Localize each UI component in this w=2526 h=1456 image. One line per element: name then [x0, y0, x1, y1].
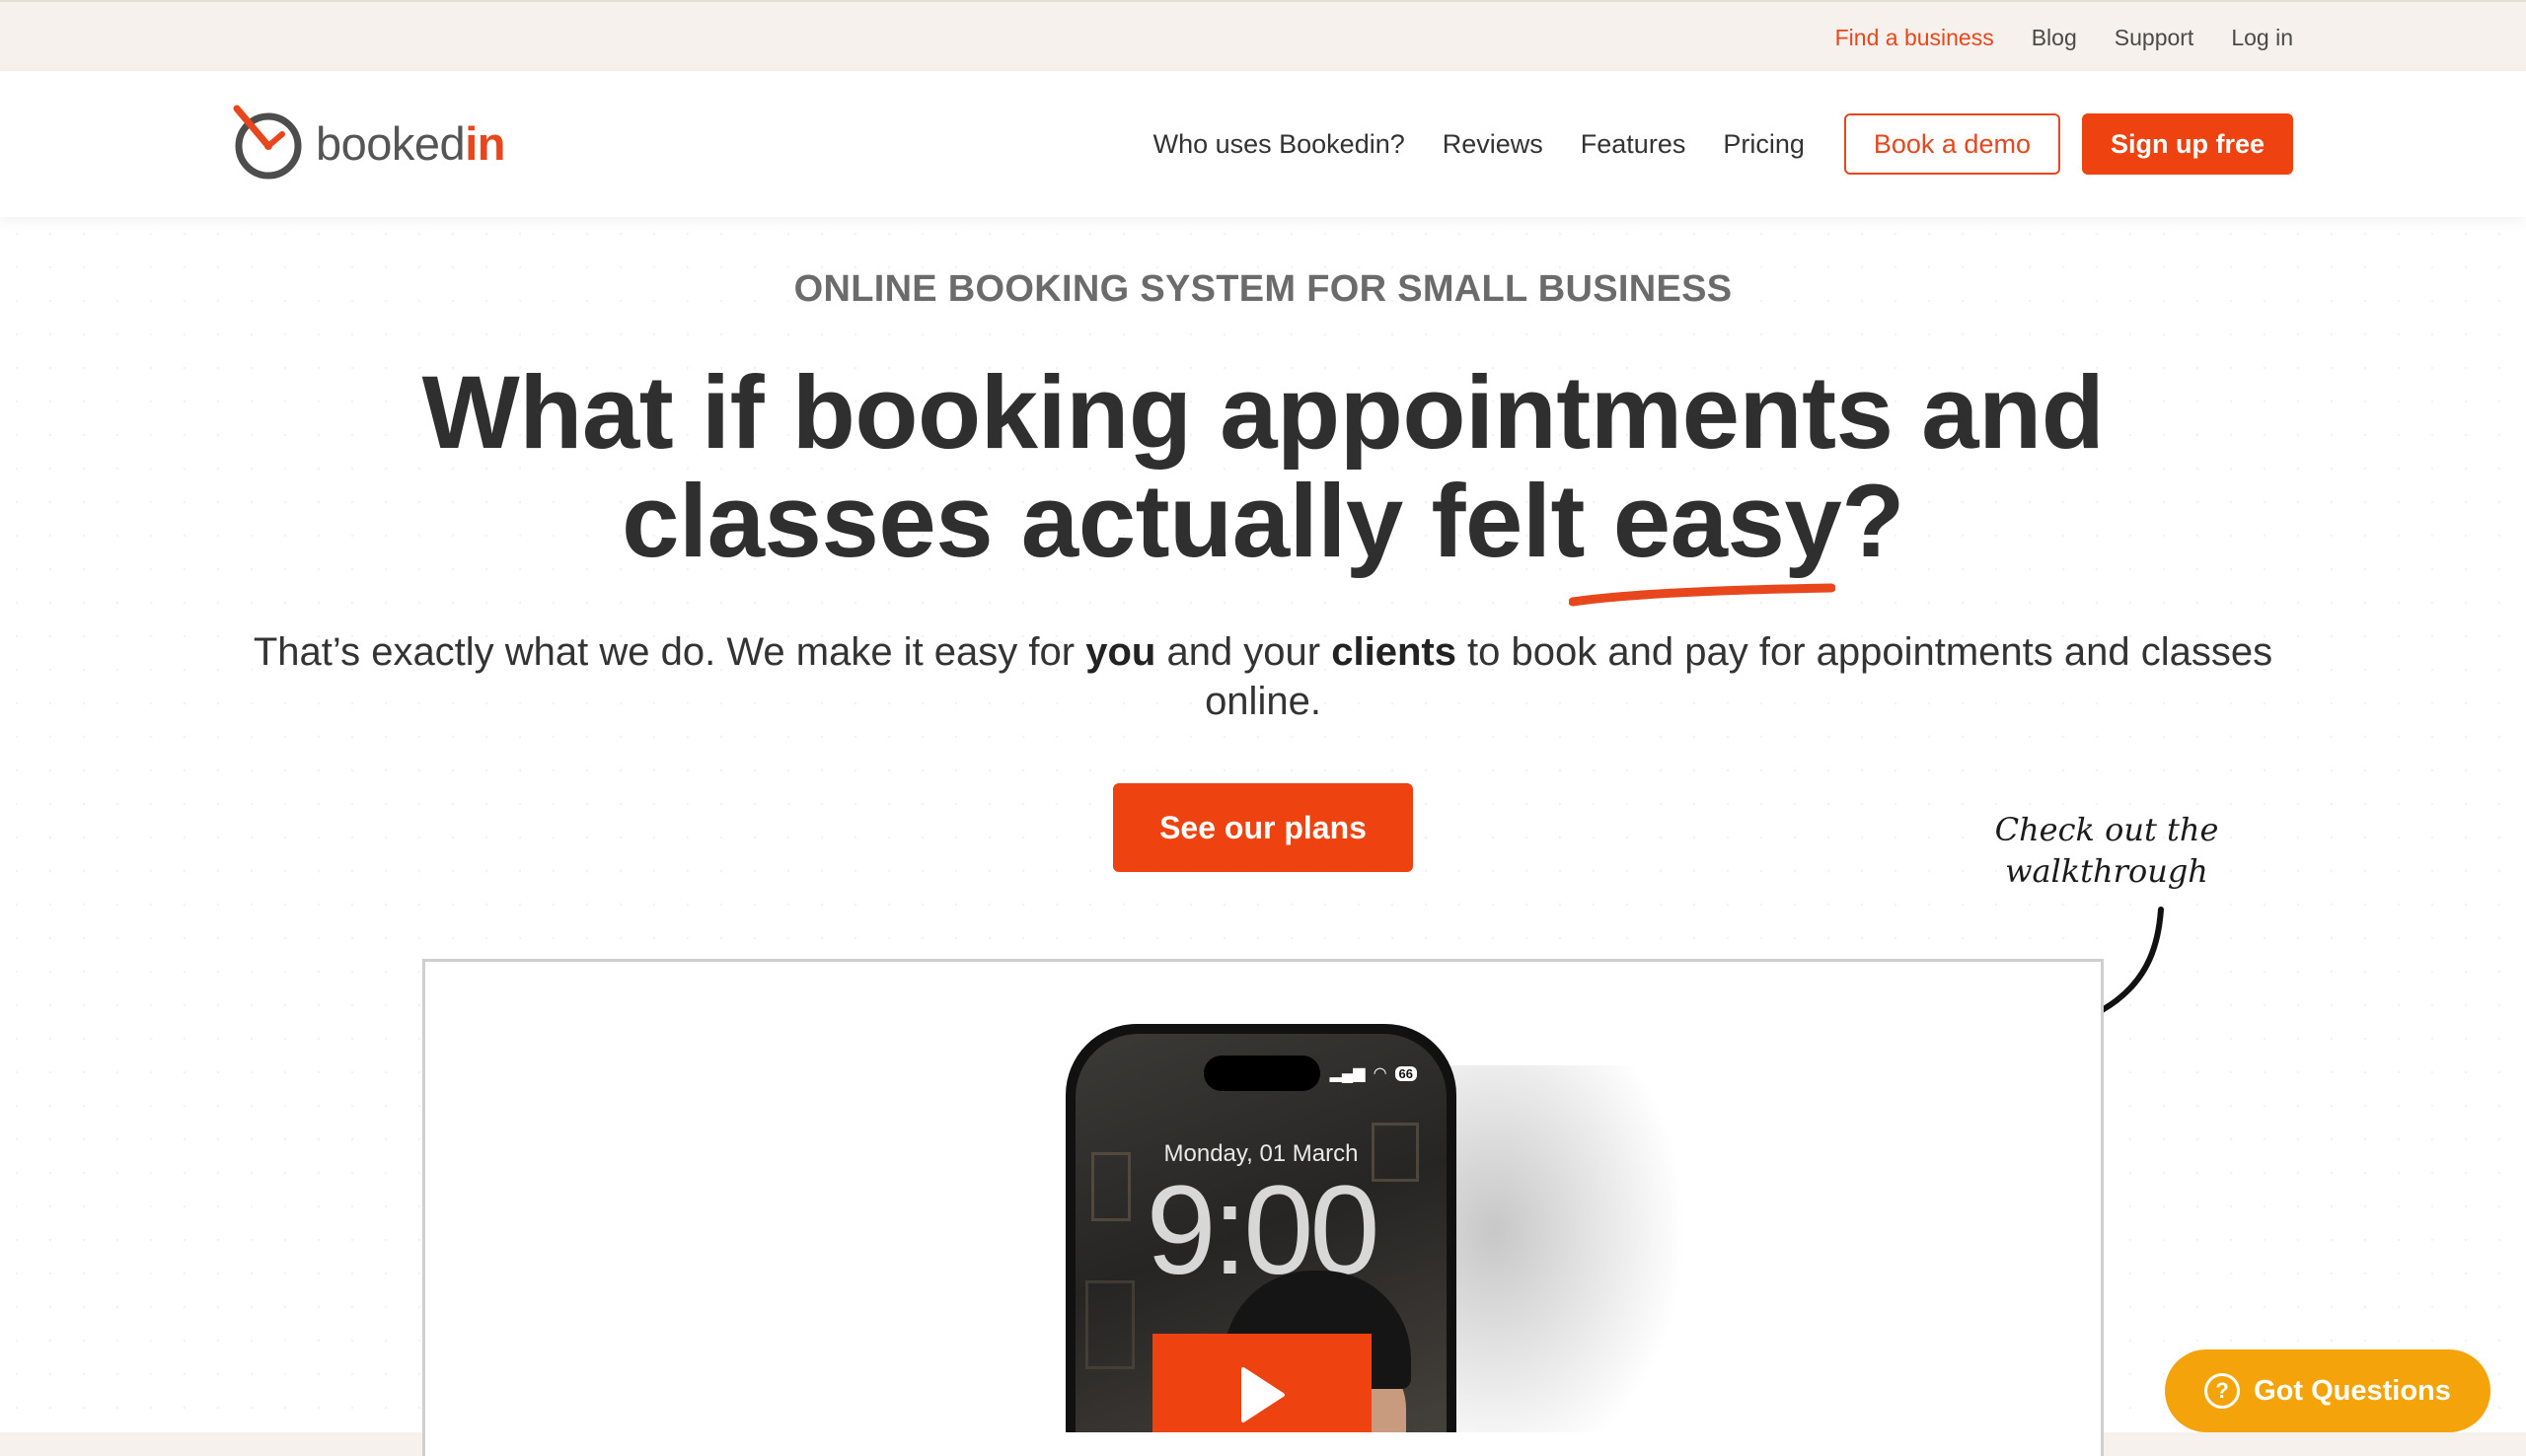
main-navigation: bookedin Who uses Bookedin? Reviews Feat…: [0, 71, 2526, 217]
nav-who-uses[interactable]: Who uses Bookedin?: [1153, 129, 1405, 160]
logo-wordmark: bookedin: [316, 116, 505, 171]
nav-links: Who uses Bookedin? Reviews Features Pric…: [1153, 71, 2293, 217]
signal-icon: ▂▄▆: [1329, 1065, 1366, 1082]
book-demo-button[interactable]: Book a demo: [1843, 113, 2060, 175]
logo-text-in: in: [465, 116, 505, 170]
phone-status-bar: ▂▄▆ ◠ 66: [1330, 1063, 1417, 1083]
clock-logo-icon: [233, 105, 302, 180]
utility-links: Find a business Blog Support Log in: [1835, 2, 2293, 73]
dynamic-island: [1204, 1056, 1320, 1091]
subtext-part-1: That’s exactly what we do. We make it ea…: [253, 630, 1086, 674]
walkthrough-note: Check out the walkthrough: [1973, 809, 2240, 892]
walkthrough-line-1: Check out the: [1994, 811, 2219, 848]
hero-eyebrow: ONLINE BOOKING SYSTEM FOR SMALL BUSINESS: [793, 268, 1733, 310]
walkthrough-line-2: walkthrough: [2005, 852, 2208, 890]
lock-screen-time: 9:00: [1146, 1160, 1379, 1301]
headline-line-1: What if booking appointments and: [421, 355, 2105, 471]
got-questions-label: Got Questions: [2254, 1374, 2451, 1407]
nav-reviews[interactable]: Reviews: [1443, 129, 1543, 160]
support-link[interactable]: Support: [2115, 25, 2194, 51]
nav-pricing[interactable]: Pricing: [1723, 129, 1805, 160]
headline-end: ?: [1841, 464, 1904, 579]
bookedin-logo[interactable]: bookedin: [231, 99, 505, 187]
play-icon: [1241, 1367, 1285, 1422]
video-frame-bottom: [422, 1432, 2104, 1456]
got-questions-button[interactable]: ? Got Questions: [2165, 1349, 2490, 1432]
blog-link[interactable]: Blog: [2032, 25, 2077, 51]
brush-underline-icon: [1569, 583, 1835, 607]
battery-icon: 66: [1394, 1065, 1417, 1081]
hero-subtext: That’s exactly what we do. We make it ea…: [217, 627, 2309, 726]
utility-bar: Find a business Blog Support Log in: [0, 0, 2526, 71]
nav-features[interactable]: Features: [1581, 129, 1686, 160]
headline-line-2: classes actually felt: [622, 464, 1613, 579]
headline-emphasis: easy: [1612, 464, 1842, 579]
subtext-clients: clients: [1331, 630, 1456, 674]
wifi-icon: ◠: [1373, 1065, 1387, 1082]
see-plans-button[interactable]: See our plans: [1113, 783, 1413, 872]
sign-up-button[interactable]: Sign up free: [2081, 113, 2293, 175]
login-link[interactable]: Log in: [2231, 25, 2293, 51]
logo-text-booked: booked: [316, 116, 466, 170]
subtext-you: you: [1085, 630, 1156, 674]
subtext-part-2: and your: [1155, 630, 1332, 674]
find-business-link[interactable]: Find a business: [1835, 25, 1994, 51]
question-icon: ?: [2204, 1373, 2241, 1409]
hero-headline: What if booking appointments and classes…: [0, 359, 2526, 576]
